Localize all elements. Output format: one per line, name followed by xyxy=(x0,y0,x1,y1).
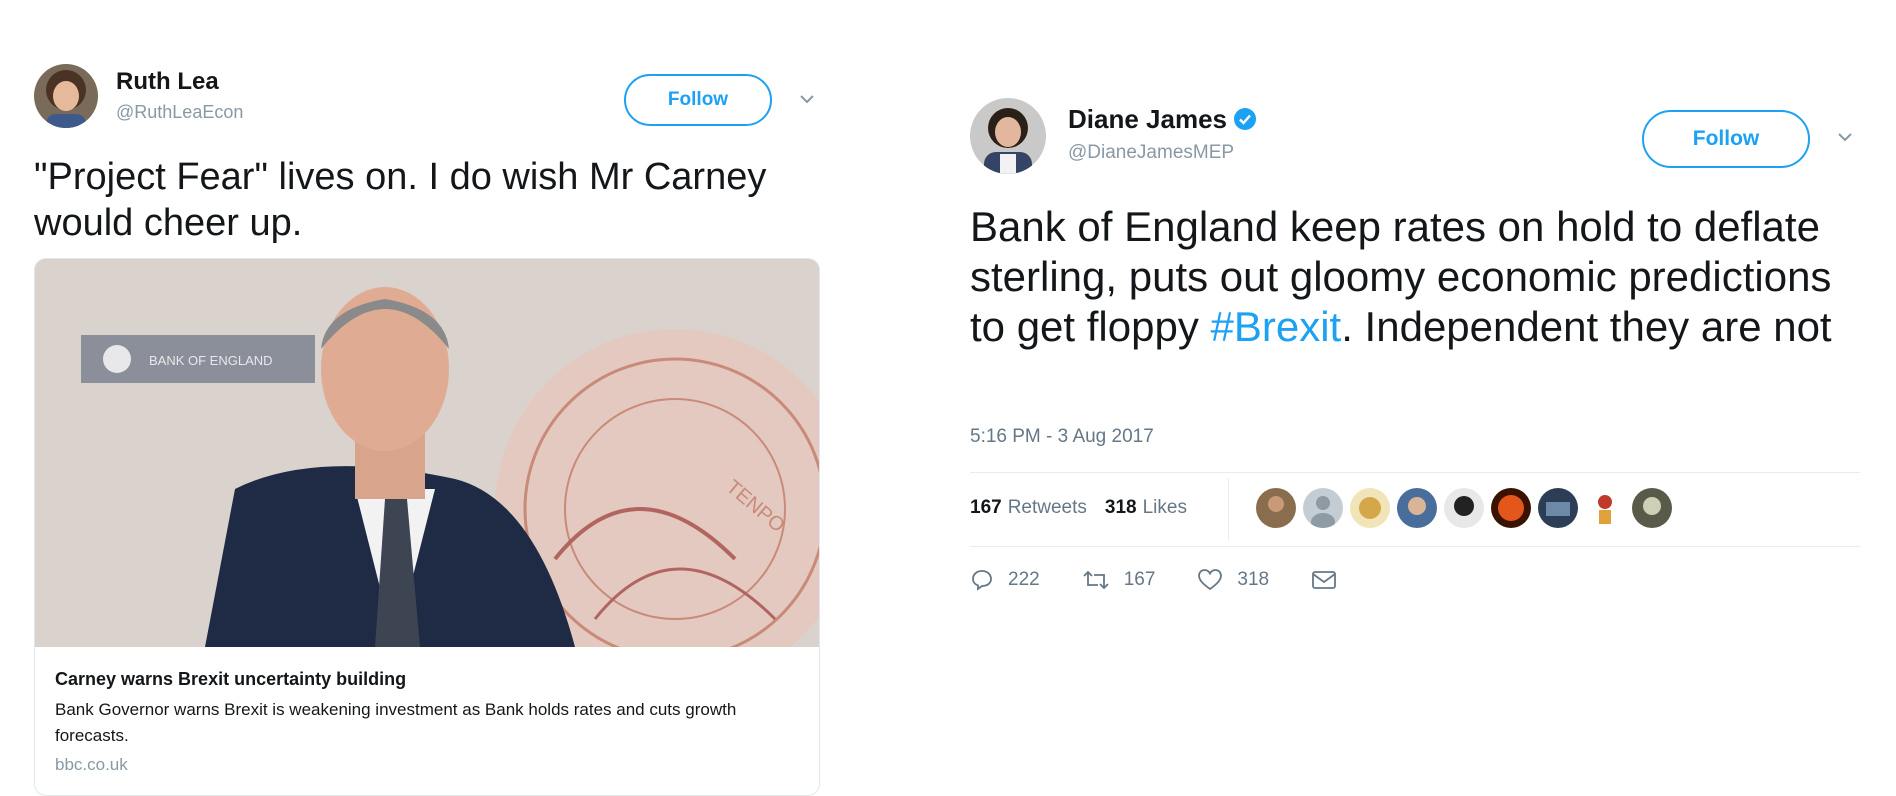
liker-avatar[interactable] xyxy=(1256,488,1296,528)
tweet-diane-james: Diane James @DianeJamesMEP Follow Bank o… xyxy=(970,96,1860,616)
reply-button[interactable]: 222 xyxy=(970,568,1040,592)
liker-avatar[interactable] xyxy=(1491,488,1531,528)
tweet-ruth-lea: Ruth Lea @RuthLeaEcon Follow "Project Fe… xyxy=(34,62,824,796)
stats-divider xyxy=(1228,478,1229,540)
direct-message-button[interactable] xyxy=(1311,569,1351,591)
author-name[interactable]: Diane James xyxy=(1068,104,1257,138)
reply-icon xyxy=(972,570,992,591)
likes-stat[interactable]: 318 Likes xyxy=(1105,497,1187,519)
likes-label: Likes xyxy=(1142,497,1187,518)
author-handle[interactable]: @RuthLeaEcon xyxy=(116,102,243,123)
chevron-down-icon[interactable] xyxy=(796,88,818,110)
tweet-text: Bank of England keep rates on hold to de… xyxy=(970,202,1850,352)
likes-count: 318 xyxy=(1104,497,1137,518)
retweets-count: 167 xyxy=(970,497,1002,518)
divider xyxy=(970,546,1860,547)
card-description: Bank Governor warns Brexit is weakening … xyxy=(55,700,737,745)
liker-avatar[interactable] xyxy=(1397,488,1437,528)
avatar[interactable] xyxy=(970,98,1046,174)
liker-avatar[interactable] xyxy=(1350,488,1390,528)
avatar[interactable] xyxy=(34,64,98,128)
author-name[interactable]: Ruth Lea xyxy=(116,68,219,96)
timestamp[interactable]: 5:16 PM - 3 Aug 2017 xyxy=(970,426,1154,448)
liker-avatar[interactable] xyxy=(1585,488,1625,528)
retweet-count: 167 xyxy=(1123,569,1156,590)
author-handle[interactable]: @DianeJamesMEP xyxy=(1068,142,1234,164)
like-button[interactable]: 318 xyxy=(1197,568,1269,592)
chevron-down-icon[interactable] xyxy=(1834,126,1856,148)
liker-avatar[interactable] xyxy=(1538,488,1578,528)
author-name-text: Diane James xyxy=(1068,104,1227,134)
follow-button[interactable]: Follow xyxy=(624,74,772,126)
verified-badge-icon xyxy=(1233,107,1257,138)
liker-avatar[interactable] xyxy=(1632,488,1672,528)
heart-icon xyxy=(1198,569,1223,591)
tweet-text-part: . Independent they are not xyxy=(1341,303,1832,350)
follow-button[interactable]: Follow xyxy=(1642,110,1810,168)
tweet-actions: 222 167 318 xyxy=(970,568,1393,592)
divider xyxy=(970,472,1860,473)
tweet-text: "Project Fear" lives on. I do wish Mr Ca… xyxy=(34,156,767,244)
liker-avatar[interactable] xyxy=(1303,488,1343,528)
reply-count: 222 xyxy=(1008,569,1040,590)
card-domain: bbc.co.uk xyxy=(55,755,128,774)
card-title: Carney warns Brexit uncertainty building xyxy=(55,669,407,689)
hashtag-link[interactable]: #Brexit xyxy=(1211,303,1342,350)
retweets-label: Retweets xyxy=(1007,497,1087,518)
retweet-icon xyxy=(1083,570,1109,590)
liker-avatar[interactable] xyxy=(1444,488,1484,528)
card-image-sign: BANK OF ENGLAND xyxy=(149,353,273,368)
liker-avatars xyxy=(1256,488,1679,528)
link-card[interactable]: TENPO BANK OF ENGLAND Carney warns Brexi… xyxy=(34,258,820,796)
envelope-icon xyxy=(1312,571,1337,589)
retweet-button[interactable]: 167 xyxy=(1082,568,1156,592)
tweet-stats: 167 Retweets 318 Likes xyxy=(970,490,1205,526)
like-count: 318 xyxy=(1237,569,1270,590)
card-image: TENPO BANK OF ENGLAND xyxy=(35,259,819,689)
retweets-stat[interactable]: 167 Retweets xyxy=(970,497,1087,519)
